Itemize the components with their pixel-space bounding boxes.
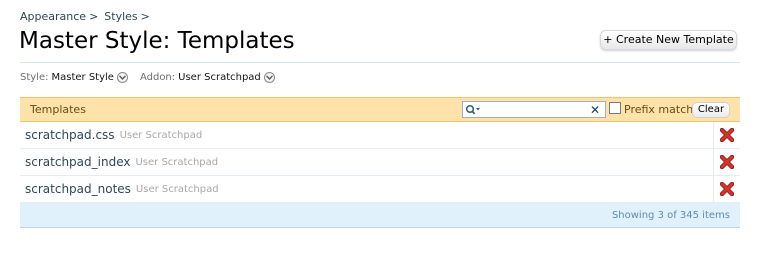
list-summary: Showing 3 of 345 items xyxy=(611,209,730,221)
breadcrumb: Appearance > Styles > xyxy=(20,10,156,23)
template-addon: User Scratchpad xyxy=(135,156,219,168)
style-filter-value[interactable]: Master Style xyxy=(52,72,114,83)
delete-icon[interactable] xyxy=(713,149,740,175)
chevron-down-icon[interactable] xyxy=(263,72,275,83)
template-addon: User Scratchpad xyxy=(135,183,219,195)
breadcrumb-separator: > xyxy=(140,10,150,23)
chevron-down-icon[interactable] xyxy=(116,72,128,83)
style-filter-label: Style: xyxy=(20,72,49,83)
template-name[interactable]: scratchpad.css xyxy=(25,128,115,142)
list-item[interactable]: scratchpad_notes User Scratchpad xyxy=(20,176,740,203)
template-addon: User Scratchpad xyxy=(119,129,203,141)
search-input[interactable] xyxy=(483,103,583,116)
title-divider xyxy=(20,62,740,63)
breadcrumb-separator: > xyxy=(89,10,99,23)
addon-filter[interactable]: Addon: User Scratchpad xyxy=(140,72,275,83)
list-item[interactable]: scratchpad.css User Scratchpad xyxy=(20,122,740,149)
create-new-template-button[interactable]: + Create New Template xyxy=(600,30,737,50)
list-footer: Showing 3 of 345 items xyxy=(20,203,740,228)
template-name[interactable]: scratchpad_notes xyxy=(25,182,131,196)
list-header: Templates ✕ Prefix match Clear xyxy=(20,97,740,122)
page-title: Master Style: Templates xyxy=(19,28,295,54)
filter-bar: Style: Master Style Addon: User Scratchp… xyxy=(20,72,287,83)
search-icon[interactable] xyxy=(465,102,483,117)
breadcrumb-styles[interactable]: Styles xyxy=(104,10,137,23)
addon-filter-value[interactable]: User Scratchpad xyxy=(178,72,261,83)
template-name[interactable]: scratchpad_index xyxy=(25,155,130,169)
close-icon[interactable]: ✕ xyxy=(590,103,600,117)
clear-button[interactable]: Clear xyxy=(692,102,730,118)
list-heading: Templates xyxy=(30,103,86,116)
prefix-match-label[interactable]: Prefix match xyxy=(624,103,693,116)
delete-icon[interactable] xyxy=(713,122,740,148)
style-filter[interactable]: Style: Master Style xyxy=(20,72,128,83)
breadcrumb-appearance[interactable]: Appearance xyxy=(20,10,86,23)
list-item[interactable]: scratchpad_index User Scratchpad xyxy=(20,149,740,176)
filter-search[interactable]: ✕ xyxy=(462,101,606,118)
templates-page: Appearance > Styles > Master Style: Templat… xyxy=(0,0,760,258)
prefix-match-checkbox[interactable] xyxy=(609,102,621,114)
addon-filter-label: Addon: xyxy=(139,72,176,83)
delete-icon[interactable] xyxy=(713,176,740,202)
template-list: Templates ✕ Prefix match Clear scratchpa… xyxy=(20,97,740,228)
